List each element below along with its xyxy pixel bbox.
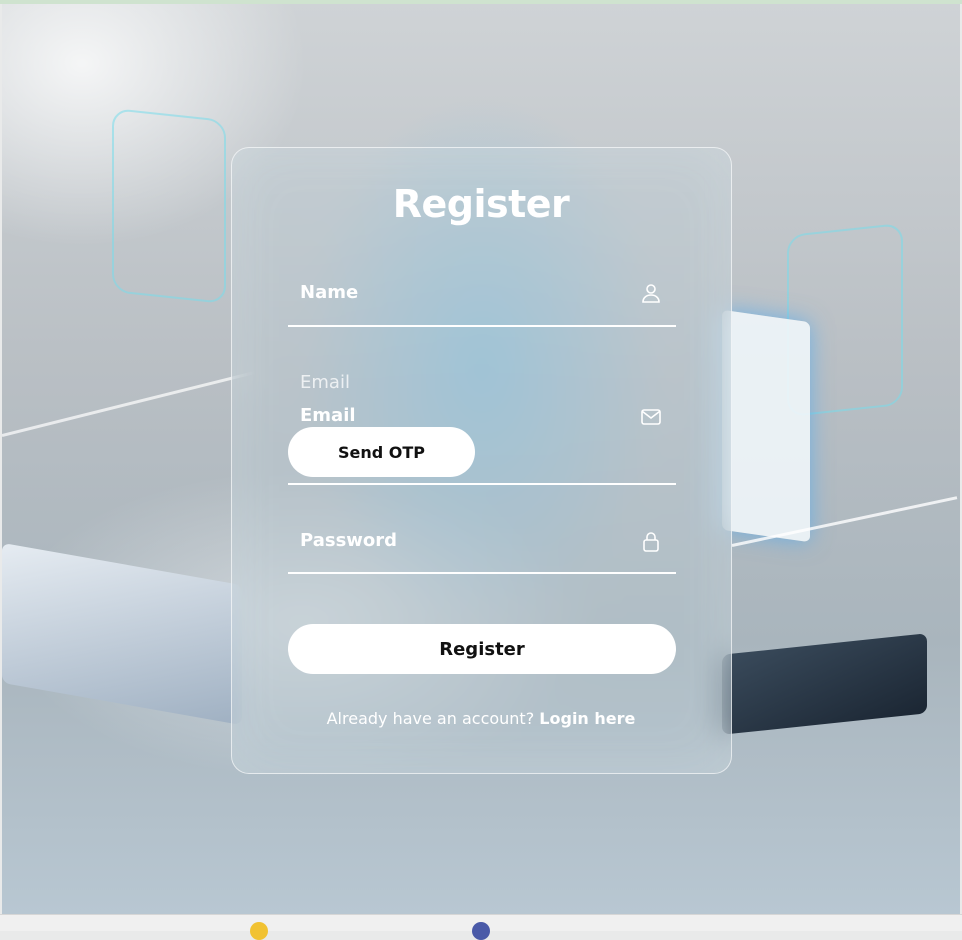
login-link[interactable]: Login here [539, 709, 635, 728]
user-icon [640, 282, 662, 304]
taskbar-app-icon[interactable] [472, 922, 490, 940]
password-field[interactable]: Password [288, 518, 676, 574]
email-underline [288, 483, 676, 485]
taskbar-app-icon[interactable] [250, 922, 268, 940]
login-prompt-text: Already have an account? [326, 709, 535, 728]
send-otp-button[interactable]: Send OTP [288, 427, 475, 477]
email-placeholder: Email [300, 372, 350, 393]
register-button[interactable]: Register [288, 624, 676, 674]
envelope-icon [640, 406, 662, 428]
login-prompt: Already have an account? Login here [0, 709, 962, 728]
name-field[interactable]: Name [288, 270, 676, 327]
name-label: Name [300, 282, 359, 303]
cable-decoration [2, 371, 255, 437]
password-underline [288, 572, 676, 574]
email-label: Email [300, 405, 356, 426]
password-label: Password [300, 530, 398, 551]
laptop-left-decoration [2, 542, 242, 726]
name-underline [288, 325, 676, 327]
page-title: Register [392, 182, 570, 226]
document-decoration [722, 309, 810, 543]
lock-icon [640, 530, 662, 552]
